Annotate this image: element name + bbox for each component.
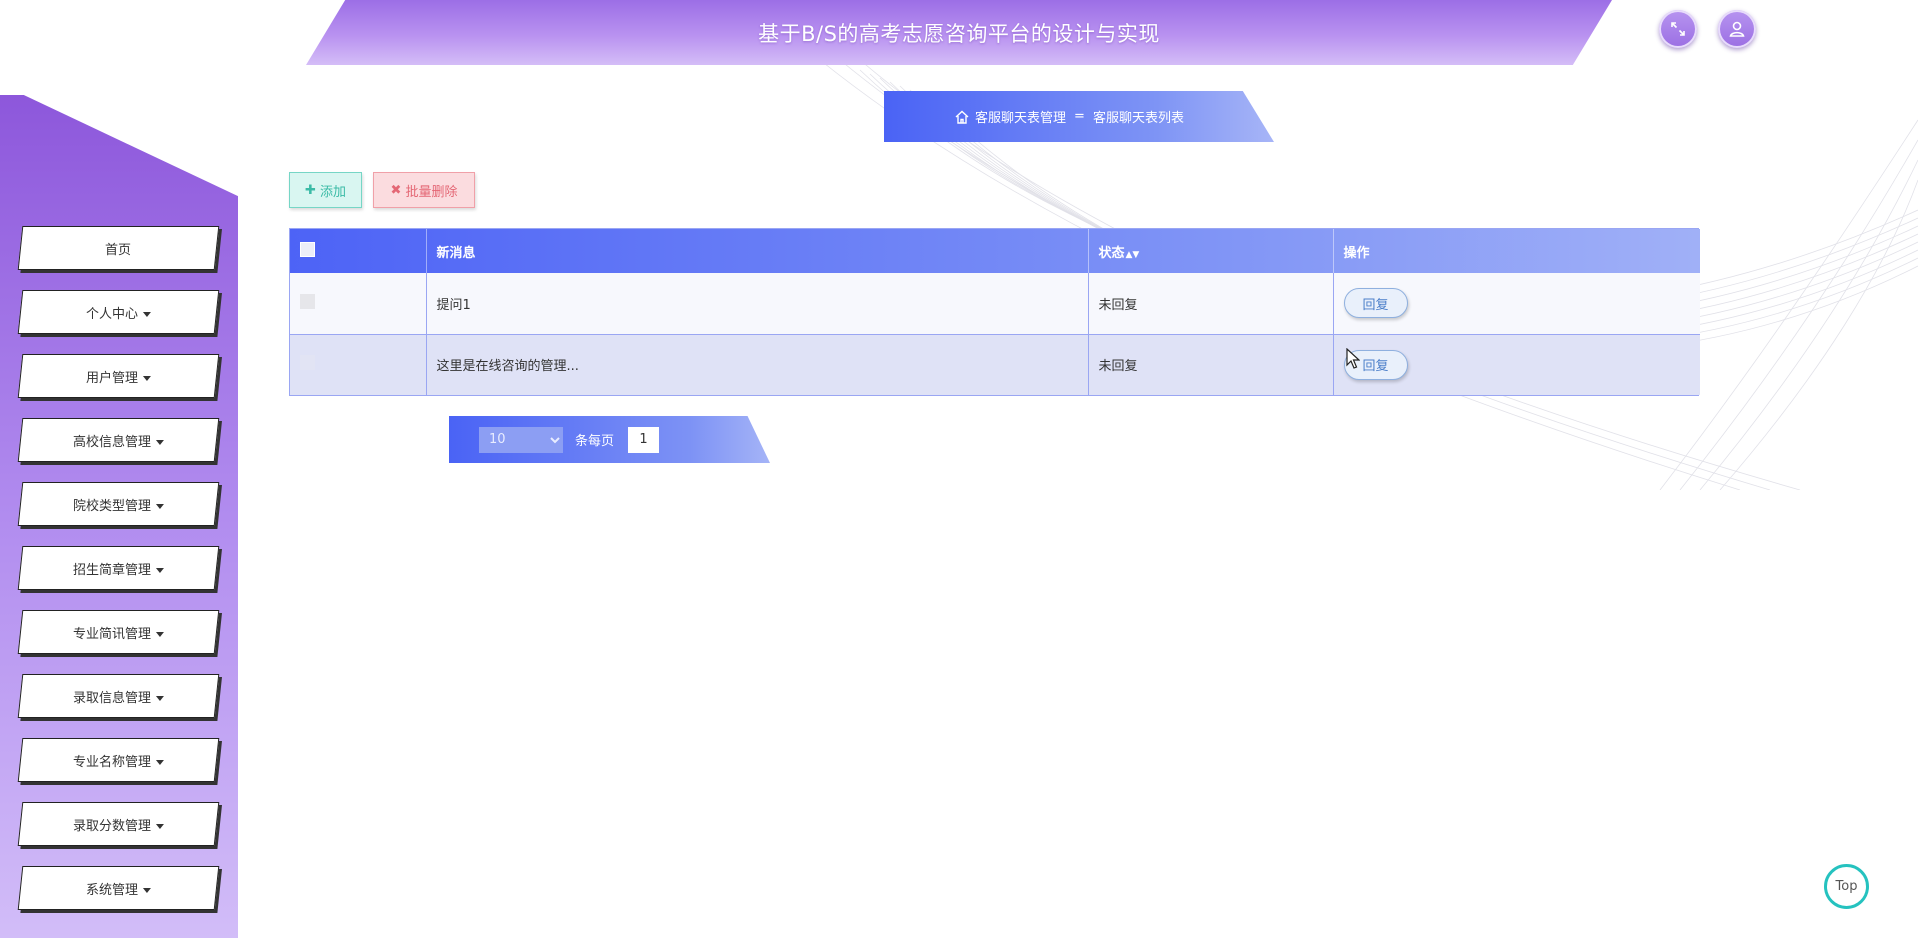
sidebar-item-label: 录取分数管理 xyxy=(72,818,151,834)
sidebar-item-major-news[interactable]: 专业简讯管理 xyxy=(17,610,220,654)
column-header-status[interactable]: 状态▲▼ xyxy=(1088,229,1334,273)
per-page-label: 条每页 xyxy=(575,434,615,449)
expand-icon xyxy=(1671,22,1685,36)
sidebar-item-major-name[interactable]: 专业名称管理 xyxy=(17,738,220,782)
sidebar-item-label: 院校类型管理 xyxy=(72,498,151,514)
sidebar-item-school-type[interactable]: 院校类型管理 xyxy=(17,482,220,526)
caret-down-icon xyxy=(156,759,164,765)
message-cell: 提问1 xyxy=(426,273,1089,334)
sidebar-item-label: 高校信息管理 xyxy=(72,434,151,450)
mouse-cursor-icon xyxy=(1346,348,1360,369)
sidebar-item-admission-score[interactable]: 录取分数管理 xyxy=(17,802,220,846)
sidebar-item-label: 录取信息管理 xyxy=(72,690,151,706)
batch-delete-button[interactable]: ✖ 批量删除 xyxy=(373,172,475,208)
row-checkbox[interactable] xyxy=(300,293,315,309)
caret-down-icon xyxy=(156,631,164,637)
table-row: 这里是在线咨询的管理... 未回复 回复 xyxy=(290,333,1700,395)
add-button-label: 添加 xyxy=(319,184,346,200)
sidebar-item-label: 专业名称管理 xyxy=(72,754,151,770)
page-title: 基于B/S的高考志愿咨询平台的设计与实现 xyxy=(758,21,1160,46)
sidebar-item-admission-info[interactable]: 录取信息管理 xyxy=(17,674,220,718)
column-header-action: 操作 xyxy=(1343,245,1370,261)
caret-down-icon xyxy=(143,375,151,381)
sidebar-item-system-management[interactable]: 系统管理 xyxy=(17,866,220,910)
column-header-status-label: 状态 xyxy=(1098,245,1125,261)
sidebar-item-admission-brochure[interactable]: 招生简章管理 xyxy=(17,546,220,590)
sidebar-item-label: 用户管理 xyxy=(85,370,138,386)
batch-delete-label: 批量删除 xyxy=(405,184,458,200)
close-icon: ✖ xyxy=(390,182,402,198)
pagination: 10 条每页 1 xyxy=(449,416,770,463)
caret-down-icon xyxy=(156,695,164,701)
caret-down-icon xyxy=(143,887,151,893)
sidebar-item-label: 系统管理 xyxy=(85,882,138,898)
breadcrumb-separator: = xyxy=(1074,109,1085,124)
plus-icon: ✚ xyxy=(305,182,316,198)
sidebar-item-personal-center[interactable]: 个人中心 xyxy=(17,290,220,334)
table-row: 提问1 未回复 回复 xyxy=(290,273,1700,334)
sidebar-item-label: 招生简章管理 xyxy=(72,562,151,578)
caret-down-icon xyxy=(156,439,164,445)
reply-button[interactable]: 回复 xyxy=(1343,288,1408,319)
sidebar-item-home[interactable]: 首页 xyxy=(17,226,220,270)
sidebar-item-user-management[interactable]: 用户管理 xyxy=(17,354,220,398)
caret-down-icon xyxy=(143,311,151,317)
add-button[interactable]: ✚ 添加 xyxy=(289,172,362,208)
sidebar-item-label: 个人中心 xyxy=(85,306,138,322)
page-size-select[interactable]: 10 xyxy=(479,426,563,453)
header-banner: 基于B/S的高考志愿咨询平台的设计与实现 xyxy=(306,0,1612,65)
page-number-button[interactable]: 1 xyxy=(628,426,660,453)
user-icon xyxy=(1729,21,1745,37)
sidebar-item-university-info[interactable]: 高校信息管理 xyxy=(17,418,220,462)
home-icon xyxy=(955,110,969,124)
chat-table: 新消息 状态▲▼ 操作 提问1 未回复 回复 这里是在线咨询的管理... 未回复… xyxy=(289,228,1700,396)
status-cell: 未回复 xyxy=(1088,333,1334,395)
caret-down-icon xyxy=(156,567,164,573)
message-cell: 这里是在线咨询的管理... xyxy=(426,333,1089,395)
user-profile-button[interactable] xyxy=(1718,10,1756,48)
back-to-top-button[interactable]: Top xyxy=(1824,864,1869,909)
caret-down-icon xyxy=(156,503,164,509)
fullscreen-button[interactable] xyxy=(1659,10,1697,48)
row-checkbox[interactable] xyxy=(300,355,315,371)
breadcrumb-current: 客服聊天表列表 xyxy=(1092,111,1184,126)
breadcrumb-parent[interactable]: 客服聊天表管理 xyxy=(975,107,1066,126)
breadcrumb: 客服聊天表管理 = 客服聊天表列表 xyxy=(884,91,1274,142)
sidebar-item-label: 首页 xyxy=(105,242,132,258)
status-cell: 未回复 xyxy=(1088,273,1334,334)
column-header-message: 新消息 xyxy=(426,229,1089,273)
sort-icon: ▲▼ xyxy=(1125,249,1140,260)
caret-down-icon xyxy=(156,823,164,829)
sidebar-item-label: 专业简讯管理 xyxy=(72,626,151,642)
table-header-row: 新消息 状态▲▼ 操作 xyxy=(290,229,1700,273)
select-all-checkbox[interactable] xyxy=(300,241,315,257)
